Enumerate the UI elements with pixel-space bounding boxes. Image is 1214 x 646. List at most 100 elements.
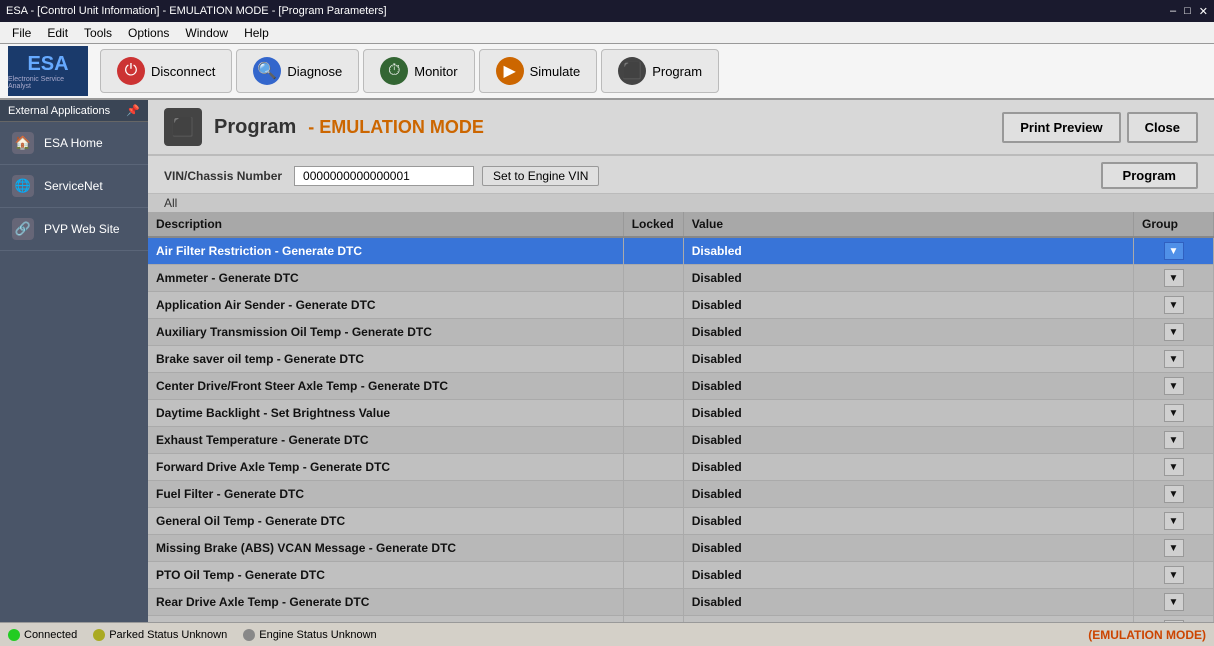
simulate-icon: ▶ (496, 57, 524, 85)
maximize-btn[interactable]: □ (1184, 5, 1191, 18)
dropdown-arrow-icon[interactable]: ▼ (1164, 269, 1184, 287)
cell-locked (623, 319, 683, 346)
table-row[interactable]: Forward Drive Axle Temp - Generate DTCDi… (148, 454, 1214, 481)
vin-input[interactable] (294, 166, 474, 186)
cell-value: Disabled (683, 535, 1133, 562)
engine-status: Engine Status Unknown (243, 629, 376, 641)
cell-description: Exhaust Temperature - Generate DTC (148, 427, 623, 454)
close-button[interactable]: Close (1127, 112, 1198, 143)
table-row[interactable]: Missing Brake (ABS) VCAN Message - Gener… (148, 535, 1214, 562)
cell-value: Disabled (683, 589, 1133, 616)
cell-description: Ammeter - Generate DTC (148, 265, 623, 292)
cell-group[interactable]: ▼ (1134, 535, 1214, 562)
set-to-engine-vin-button[interactable]: Set to Engine VIN (482, 166, 599, 186)
menu-help[interactable]: Help (236, 24, 277, 42)
sidebar: External Applications 📌 🏠 ESA Home 🌐 Ser… (0, 100, 148, 622)
close-window-btn[interactable]: ✕ (1199, 5, 1208, 18)
dropdown-arrow-icon[interactable]: ▼ (1164, 458, 1184, 476)
parameters-table-wrapper[interactable]: Description Locked Value Group Air Filte… (148, 212, 1214, 622)
cell-group[interactable]: ▼ (1134, 616, 1214, 623)
dropdown-arrow-icon[interactable]: ▼ (1164, 566, 1184, 584)
table-row[interactable]: PTO Oil Temp - Generate DTCDisabled▼ (148, 562, 1214, 589)
table-row[interactable]: Secondary Fuel - Generate DTCDisabled▼ (148, 616, 1214, 623)
dropdown-arrow-icon[interactable]: ▼ (1164, 485, 1184, 503)
emulation-mode-status: (EMULATION MODE) (1088, 628, 1206, 642)
table-row[interactable]: Brake saver oil temp - Generate DTCDisab… (148, 346, 1214, 373)
dropdown-arrow-icon[interactable]: ▼ (1164, 296, 1184, 314)
table-row[interactable]: Ammeter - Generate DTCDisabled▼ (148, 265, 1214, 292)
dropdown-arrow-icon[interactable]: ▼ (1164, 377, 1184, 395)
table-header-row: Description Locked Value Group (148, 212, 1214, 237)
connected-dot (8, 629, 20, 641)
monitor-button[interactable]: ⏱ Monitor (363, 49, 474, 93)
cell-description: General Oil Temp - Generate DTC (148, 508, 623, 535)
table-row[interactable]: Fuel Filter - Generate DTCDisabled▼ (148, 481, 1214, 508)
dropdown-arrow-icon[interactable]: ▼ (1164, 242, 1184, 260)
col-locked: Locked (623, 212, 683, 237)
cell-group[interactable]: ▼ (1134, 265, 1214, 292)
sidebar-item-esa-home[interactable]: 🏠 ESA Home (0, 122, 148, 165)
cell-locked (623, 562, 683, 589)
main-container: External Applications 📌 🏠 ESA Home 🌐 Ser… (0, 100, 1214, 622)
minimize-btn[interactable]: – (1170, 5, 1176, 18)
cell-group[interactable]: ▼ (1134, 427, 1214, 454)
cell-group[interactable]: ▼ (1134, 346, 1214, 373)
cell-description: Rear Drive Axle Temp - Generate DTC (148, 589, 623, 616)
cell-locked (623, 292, 683, 319)
cell-group[interactable]: ▼ (1134, 373, 1214, 400)
diagnose-button[interactable]: 🔍 Diagnose (236, 49, 359, 93)
dropdown-arrow-icon[interactable]: ▼ (1164, 593, 1184, 611)
dropdown-arrow-icon[interactable]: ▼ (1164, 539, 1184, 557)
table-row[interactable]: Rear Drive Axle Temp - Generate DTC Disab… (148, 589, 1214, 616)
program-action-button[interactable]: Program (1101, 162, 1198, 189)
cell-group[interactable]: ▼ (1134, 292, 1214, 319)
cell-group[interactable]: ▼ (1134, 562, 1214, 589)
menu-edit[interactable]: Edit (39, 24, 76, 42)
menu-tools[interactable]: Tools (76, 24, 120, 42)
menu-window[interactable]: Window (177, 24, 236, 42)
sidebar-pin-icon[interactable]: 📌 (126, 104, 140, 117)
dropdown-arrow-icon[interactable]: ▼ (1164, 620, 1184, 622)
menu-file[interactable]: File (4, 24, 39, 42)
sidebar-item-servicenet[interactable]: 🌐 ServiceNet (0, 165, 148, 208)
table-row[interactable]: Application Air Sender - Generate DTCDis… (148, 292, 1214, 319)
dropdown-arrow-icon[interactable]: ▼ (1164, 431, 1184, 449)
table-row[interactable]: Air Filter Restriction - Generate DTCDis… (148, 237, 1214, 265)
table-row[interactable]: Daytime Backlight - Set Brightness Value… (148, 400, 1214, 427)
program-header: ⬛ Program - EMULATION MODE Print Preview… (148, 100, 1214, 156)
menu-bar: File Edit Tools Options Window Help (0, 22, 1214, 44)
dropdown-arrow-icon[interactable]: ▼ (1164, 323, 1184, 341)
program-button[interactable]: ⬛ Program (601, 49, 719, 93)
menu-options[interactable]: Options (120, 24, 177, 42)
cell-description: Missing Brake (ABS) VCAN Message - Gener… (148, 535, 623, 562)
cell-description: Application Air Sender - Generate DTC (148, 292, 623, 319)
table-row[interactable]: General Oil Temp - Generate DTCDisabled▼ (148, 508, 1214, 535)
parameters-table: Description Locked Value Group Air Filte… (148, 212, 1214, 622)
disconnect-button[interactable]: ⏻ Disconnect (100, 49, 232, 93)
cell-group[interactable]: ▼ (1134, 400, 1214, 427)
cell-description: Auxiliary Transmission Oil Temp - Genera… (148, 319, 623, 346)
table-row[interactable]: Center Drive/Front Steer Axle Temp - Gen… (148, 373, 1214, 400)
cell-group[interactable]: ▼ (1134, 319, 1214, 346)
header-buttons: Print Preview Close (1002, 112, 1198, 143)
cell-value: Disabled (683, 481, 1133, 508)
sidebar-item-pvp[interactable]: 🔗 PVP Web Site (0, 208, 148, 251)
servicenet-icon: 🌐 (12, 175, 34, 197)
cell-group[interactable]: ▼ (1134, 589, 1214, 616)
dropdown-arrow-icon[interactable]: ▼ (1164, 404, 1184, 422)
cell-description: Daytime Backlight - Set Brightness Value (148, 400, 623, 427)
cell-group[interactable]: ▼ (1134, 454, 1214, 481)
simulate-button[interactable]: ▶ Simulate (479, 49, 598, 93)
disconnect-icon: ⏻ (117, 57, 145, 85)
table-row[interactable]: Auxiliary Transmission Oil Temp - Genera… (148, 319, 1214, 346)
dropdown-arrow-icon[interactable]: ▼ (1164, 350, 1184, 368)
table-row[interactable]: Exhaust Temperature - Generate DTCDisabl… (148, 427, 1214, 454)
cell-locked (623, 589, 683, 616)
cell-group[interactable]: ▼ (1134, 237, 1214, 265)
cell-group[interactable]: ▼ (1134, 508, 1214, 535)
home-icon: 🏠 (12, 132, 34, 154)
cell-group[interactable]: ▼ (1134, 481, 1214, 508)
cell-locked (623, 237, 683, 265)
print-preview-button[interactable]: Print Preview (1002, 112, 1120, 143)
dropdown-arrow-icon[interactable]: ▼ (1164, 512, 1184, 530)
